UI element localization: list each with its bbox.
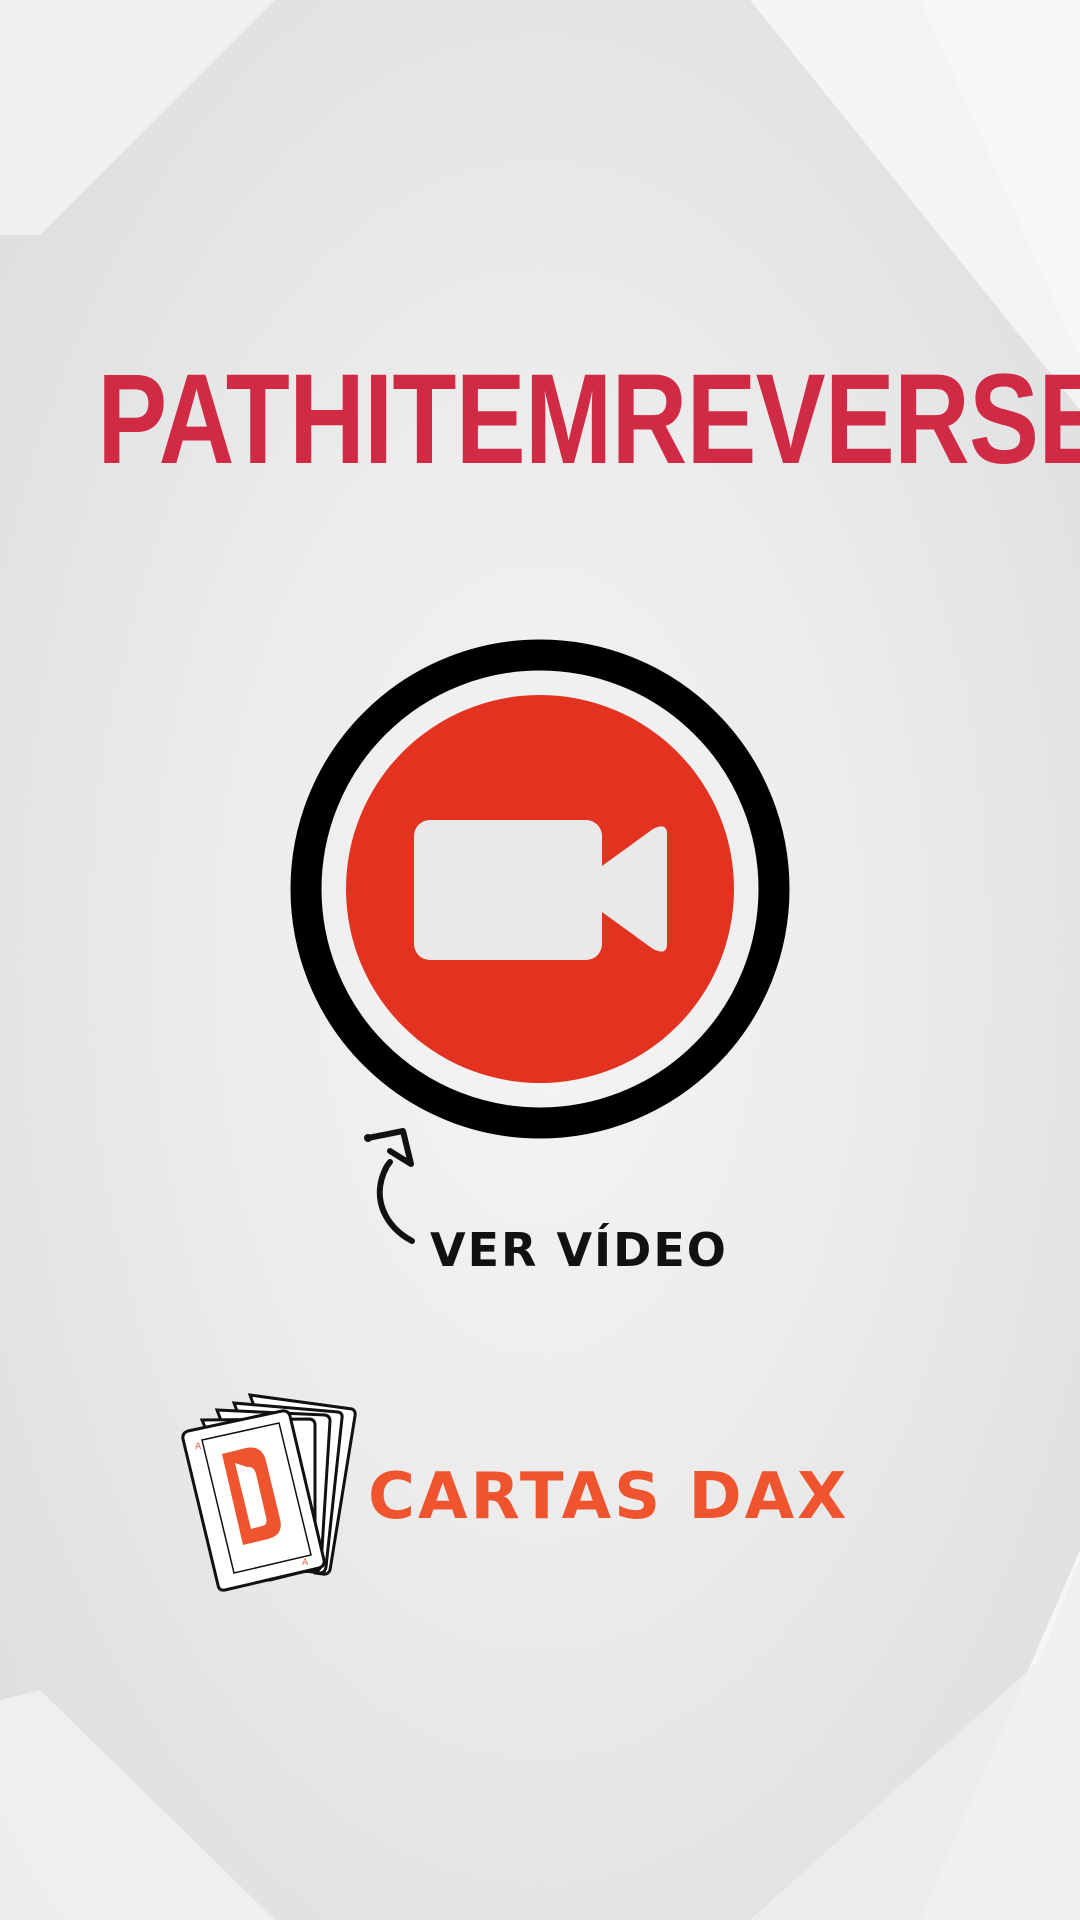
- page-title: PATHITEMREVERSE: [97, 348, 1080, 491]
- svg-text:A: A: [302, 1558, 309, 1568]
- play-video-button[interactable]: [289, 638, 791, 1140]
- watch-video-link[interactable]: VER VÍDEO: [430, 1220, 728, 1280]
- playing-cards-logo: A A: [181, 1393, 357, 1592]
- svg-text:A: A: [195, 1442, 202, 1452]
- brand-name: CARTAS DAX: [368, 1460, 850, 1534]
- curved-arrow-icon: [364, 1128, 415, 1244]
